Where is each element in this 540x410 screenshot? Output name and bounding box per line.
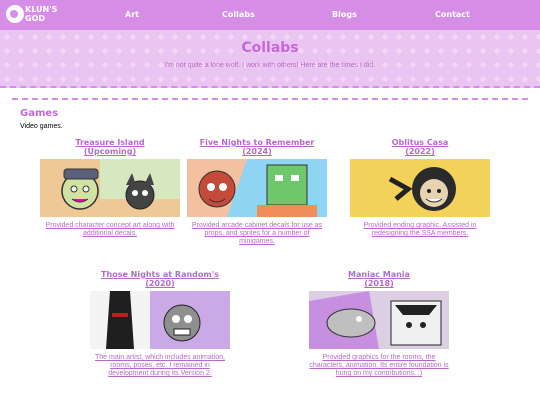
- card-title[interactable]: Five Nights to Remember: [187, 138, 327, 147]
- card-title[interactable]: Oblitus Casa: [350, 138, 490, 147]
- card-year[interactable]: (2020): [90, 279, 230, 288]
- card-year[interactable]: (Upcoming): [40, 147, 180, 156]
- card-caption[interactable]: Provided ending graphic. Assisted in red…: [350, 222, 490, 238]
- nav-collabs[interactable]: Collabs: [222, 10, 255, 19]
- nav-contact[interactable]: Contact: [435, 10, 470, 19]
- card-five-nights-to-remember[interactable]: Five Nights to Remember (2024) Provided …: [187, 138, 327, 246]
- logo-mark-inner: [10, 10, 18, 18]
- card-caption[interactable]: Provided character concept art along wit…: [40, 222, 180, 238]
- card-year[interactable]: (2018): [309, 279, 449, 288]
- logo-text: KLUN'S GOD: [25, 5, 57, 23]
- nav-art[interactable]: Art: [125, 10, 139, 19]
- page-title: Collabs: [241, 40, 299, 56]
- logo-line-1: KLUN'S: [25, 5, 58, 14]
- hero-banner: Collabs I'm not quite a lone wolf. I wor…: [0, 30, 540, 88]
- those-nights-art-icon: [90, 291, 230, 349]
- card-image[interactable]: [40, 159, 180, 217]
- card-title[interactable]: Those Nights at Random's: [90, 270, 230, 279]
- oblitus-casa-art-icon: [350, 159, 490, 217]
- card-image[interactable]: [350, 159, 490, 217]
- five-nights-art-icon: [187, 159, 327, 217]
- card-those-nights-at-randoms[interactable]: Those Nights at Random's (2020) The main…: [90, 270, 230, 378]
- card-image[interactable]: [309, 291, 449, 349]
- card-year[interactable]: (2024): [187, 147, 327, 156]
- section-description: Video games.: [20, 123, 63, 130]
- card-title[interactable]: Maniac Mania: [309, 270, 449, 279]
- maniac-mania-art-icon: [309, 291, 449, 349]
- card-title[interactable]: Treasure Island: [40, 138, 180, 147]
- page-subtitle: I'm not quite a lone wolf. I work with o…: [164, 62, 376, 69]
- card-oblitus-casa[interactable]: Oblitus Casa (2022) Provided ending grap…: [350, 138, 490, 238]
- logo-line-2: GOD: [25, 14, 46, 23]
- card-caption[interactable]: Provided arcade cabinet decals for use a…: [187, 222, 327, 246]
- site-logo[interactable]: KLUN'S GOD: [6, 3, 57, 27]
- card-caption[interactable]: Provided graphics for the rooms, the cha…: [309, 354, 449, 378]
- treasure-island-art-icon: [40, 159, 180, 217]
- top-nav: KLUN'S GOD Art Collabs Blogs Contact: [0, 0, 540, 30]
- card-image[interactable]: [187, 159, 327, 217]
- card-image[interactable]: [90, 291, 230, 349]
- card-year[interactable]: (2022): [350, 147, 490, 156]
- games-section: Games Video games. Treasure Island (Upco…: [12, 98, 528, 410]
- card-maniac-mania[interactable]: Maniac Mania (2018) Provided graphics fo…: [309, 270, 449, 378]
- card-caption[interactable]: The main artist, which includes animatio…: [90, 354, 230, 378]
- card-treasure-island[interactable]: Treasure Island (Upcoming) Provided char…: [40, 138, 180, 238]
- section-title: Games: [20, 108, 59, 119]
- nav-blogs[interactable]: Blogs: [332, 10, 357, 19]
